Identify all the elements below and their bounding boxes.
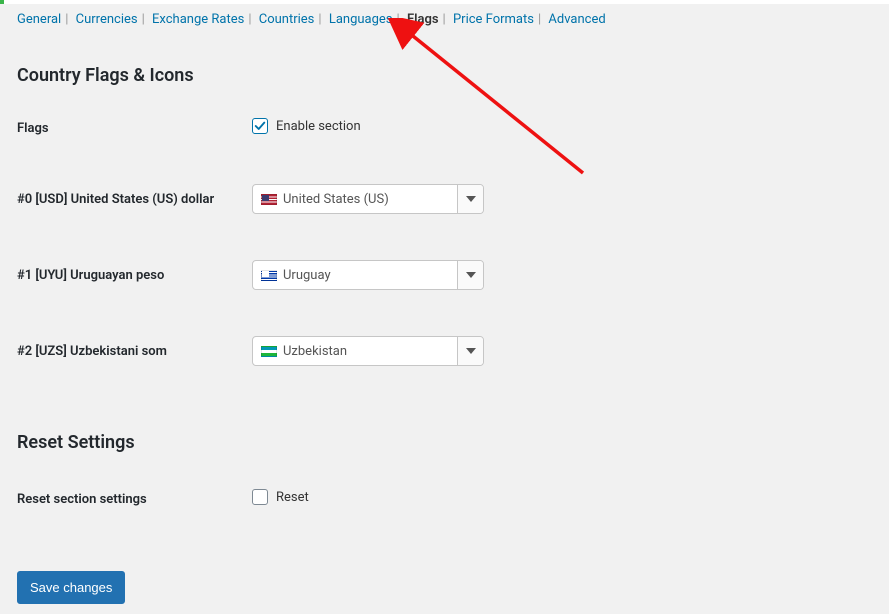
tab-flags[interactable]: Flags: [407, 12, 439, 27]
flag-select-value-0: United States (US): [283, 192, 389, 207]
reset-checkbox[interactable]: [252, 489, 268, 505]
flag-select-1[interactable]: Uruguay: [252, 260, 484, 290]
flags-label: Flags: [17, 118, 252, 138]
tab-price-formats[interactable]: Price Formats: [453, 12, 534, 27]
tab-general[interactable]: General: [17, 12, 61, 27]
chevron-down-icon: [457, 337, 483, 365]
flag-select-2[interactable]: Uzbekistan: [252, 336, 484, 366]
flag-icon-uz: [261, 346, 277, 357]
reset-section-label: Reset section settings: [17, 489, 252, 509]
currency-row-label-2: #2 [UZS] Uzbekistani som: [17, 341, 252, 361]
tab-advanced[interactable]: Advanced: [548, 12, 605, 27]
flag-select-0[interactable]: United States (US): [252, 184, 484, 214]
currency-row-label-1: #1 [UYU] Uruguayan peso: [17, 265, 252, 285]
save-changes-button[interactable]: Save changes: [17, 571, 125, 604]
tab-exchange-rates[interactable]: Exchange Rates: [152, 12, 244, 27]
chevron-down-icon: [457, 261, 483, 289]
enable-section-label: Enable section: [276, 119, 361, 134]
tabs-nav: General| Currencies| Exchange Rates| Cou…: [0, 4, 889, 35]
chevron-down-icon: [457, 185, 483, 213]
currency-row-label-0: #0 [USD] United States (US) dollar: [17, 189, 252, 209]
section-title: Country Flags & Icons: [17, 65, 872, 86]
flag-select-value-2: Uzbekistan: [283, 344, 347, 359]
tab-countries[interactable]: Countries: [259, 12, 315, 27]
tab-languages[interactable]: Languages: [329, 12, 393, 27]
flag-icon-us: [261, 194, 277, 205]
flag-icon-uy: [261, 270, 277, 281]
reset-settings-title: Reset Settings: [17, 432, 872, 453]
flag-select-value-1: Uruguay: [283, 268, 331, 283]
reset-checkbox-label: Reset: [276, 490, 309, 505]
tab-currencies[interactable]: Currencies: [76, 12, 138, 27]
enable-section-checkbox[interactable]: [252, 118, 268, 134]
